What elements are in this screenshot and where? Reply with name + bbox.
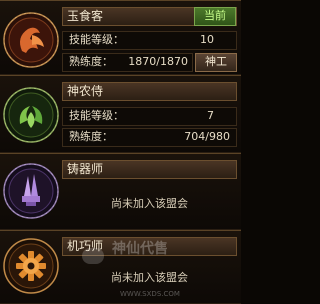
herb-emblem-icon — [2, 86, 60, 144]
watermark-url: WWW.SXDS.COM — [120, 290, 180, 298]
profession-name: 神农侍 — [67, 84, 104, 98]
proficiency-value: 704/980 — [184, 130, 230, 143]
proficiency-label: 熟练度： — [69, 55, 113, 68]
skill-level-label: 技能等级： — [69, 33, 124, 46]
chef-emblem-icon — [2, 11, 60, 69]
not-joined-text: 尚未加入该盟会 — [111, 197, 188, 210]
profession-name-bar: 神农侍 — [62, 82, 237, 101]
profession-panel-smith: 铸器师 尚未加入该盟会 — [0, 153, 241, 230]
gear-emblem-icon — [2, 237, 60, 295]
skill-level-label: 技能等级： — [69, 109, 124, 122]
skill-level-value: 7 — [207, 109, 214, 122]
proficiency-row: 熟练度： 1870/1870 — [62, 53, 193, 72]
proficiency-value: 1870/1870 — [128, 55, 188, 68]
watermark-logo-icon — [82, 248, 104, 264]
not-joined-text: 尚未加入该盟会 — [111, 271, 188, 284]
watermark: 神仙代售 — [112, 241, 168, 257]
profession-panel-chef: 玉食客 当前 技能等级： 10 熟练度： 1870/1870 神工 — [0, 0, 241, 75]
shengong-button[interactable]: 神工 — [195, 53, 237, 72]
skill-level-row: 技能等级： 10 — [62, 31, 237, 50]
profession-name-bar: 玉食客 当前 — [62, 7, 237, 26]
proficiency-label: 熟练度： — [69, 130, 113, 143]
skill-level-row: 技能等级： 7 — [62, 107, 237, 126]
profession-panel-herbalist: 神农侍 技能等级： 7 熟练度： 704/980 — [0, 75, 241, 153]
profession-name: 玉食客 — [67, 9, 104, 23]
proficiency-row: 熟练度： 704/980 — [62, 128, 237, 147]
profession-name: 铸器师 — [67, 162, 104, 176]
forge-emblem-icon — [2, 162, 60, 220]
skill-level-value: 10 — [200, 33, 214, 46]
current-badge: 当前 — [194, 7, 236, 26]
profession-name-bar: 铸器师 — [62, 160, 237, 179]
